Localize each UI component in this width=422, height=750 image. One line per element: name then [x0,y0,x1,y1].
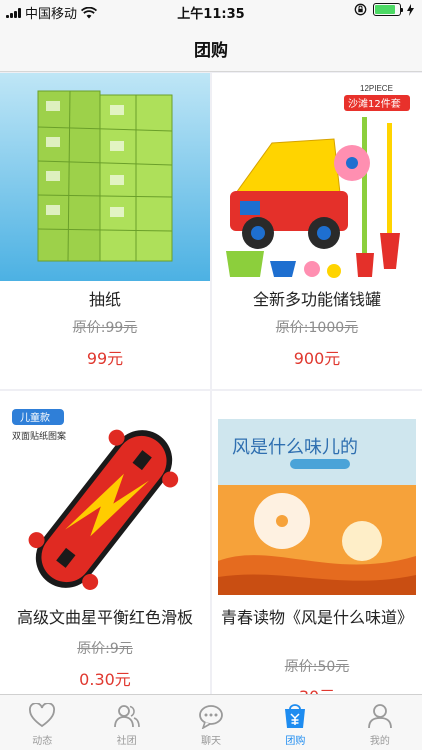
original-price: 原价:99元 [72,320,138,336]
tab-label: 社团 [116,736,137,747]
orientation-lock-icon [354,3,367,16]
tab-label: 聊天 [201,736,222,747]
heart-icon [29,703,56,728]
tab-label: 我的 [369,736,390,747]
product-name: 抽纸 [88,290,121,309]
battery-icon [373,3,403,16]
product-price: 99元 [86,349,124,368]
product-name: 全新多功能储钱罐 [252,290,381,309]
product-card[interactable]: 风是什么味儿的 青春读物《风是什么味道》 原价:50元 30元 [212,391,422,694]
product-image-book[interactable]: 风是什么味儿的 [212,391,422,599]
image-caption: 双面贴纸图案 [12,430,66,442]
status-bar: 中国移动 上午11:35 [0,0,422,22]
status-right [354,3,414,16]
product-image-tissues[interactable] [0,73,210,281]
product-name: 青春读物《风是什么味道》 [220,608,413,627]
original-price: 原价:9元 [77,641,133,657]
product-card[interactable]: 抽纸 原价:99元 99元 [0,73,210,389]
product-card[interactable]: 12PIECE 沙滩12件套 全新多功能储钱罐 原价:1000元 900元 [212,73,422,389]
tab-chat[interactable]: 聊天 [169,695,253,750]
profile-icon [367,704,392,729]
tab-dynamic[interactable]: 动态 [0,695,84,750]
product-image-beach-toys[interactable]: 12PIECE 沙滩12件套 [212,73,422,281]
product-name: 高级文曲星平衡红色滑板 [16,608,193,627]
image-badge: 儿童款 [20,411,50,424]
tab-label: 动态 [32,736,53,747]
product-price: 0.30元 [79,670,131,689]
image-caption: 12PIECE [360,84,393,93]
group-buy-icon [285,704,306,728]
tab-label: 团购 [285,736,306,747]
product-price: 30元 [212,683,422,694]
chat-icon [199,705,223,729]
tab-group-buy[interactable]: 团购 [253,695,337,750]
image-caption: 风是什么味儿的 [232,437,358,458]
product-grid: 抽纸 原价:99元 99元 12PIECE 沙滩12件套 全新多功能储钱罐 原价… [0,73,422,694]
tab-mine[interactable]: 我的 [338,695,422,750]
tab-clubs[interactable]: 社团 [84,695,168,750]
product-card[interactable]: 儿童款 双面贴纸图案 高级文曲星平衡红色滑板 原价:9元 0.30元 [0,391,210,694]
product-image-skateboard[interactable]: 儿童款 双面贴纸图案 [0,391,210,599]
charging-icon [407,3,414,16]
nav-bar: 团购 [0,22,422,72]
original-price: 原价:1000元 [275,320,359,336]
page-title: 团购 [194,41,228,61]
tab-bar: 动态 社团 聊天 团购 我的 [0,694,422,750]
product-price: 900元 [293,349,341,368]
image-badge: 沙滩12件套 [348,97,401,110]
original-price: 原价:50元 [284,659,350,675]
users-icon [113,705,140,728]
